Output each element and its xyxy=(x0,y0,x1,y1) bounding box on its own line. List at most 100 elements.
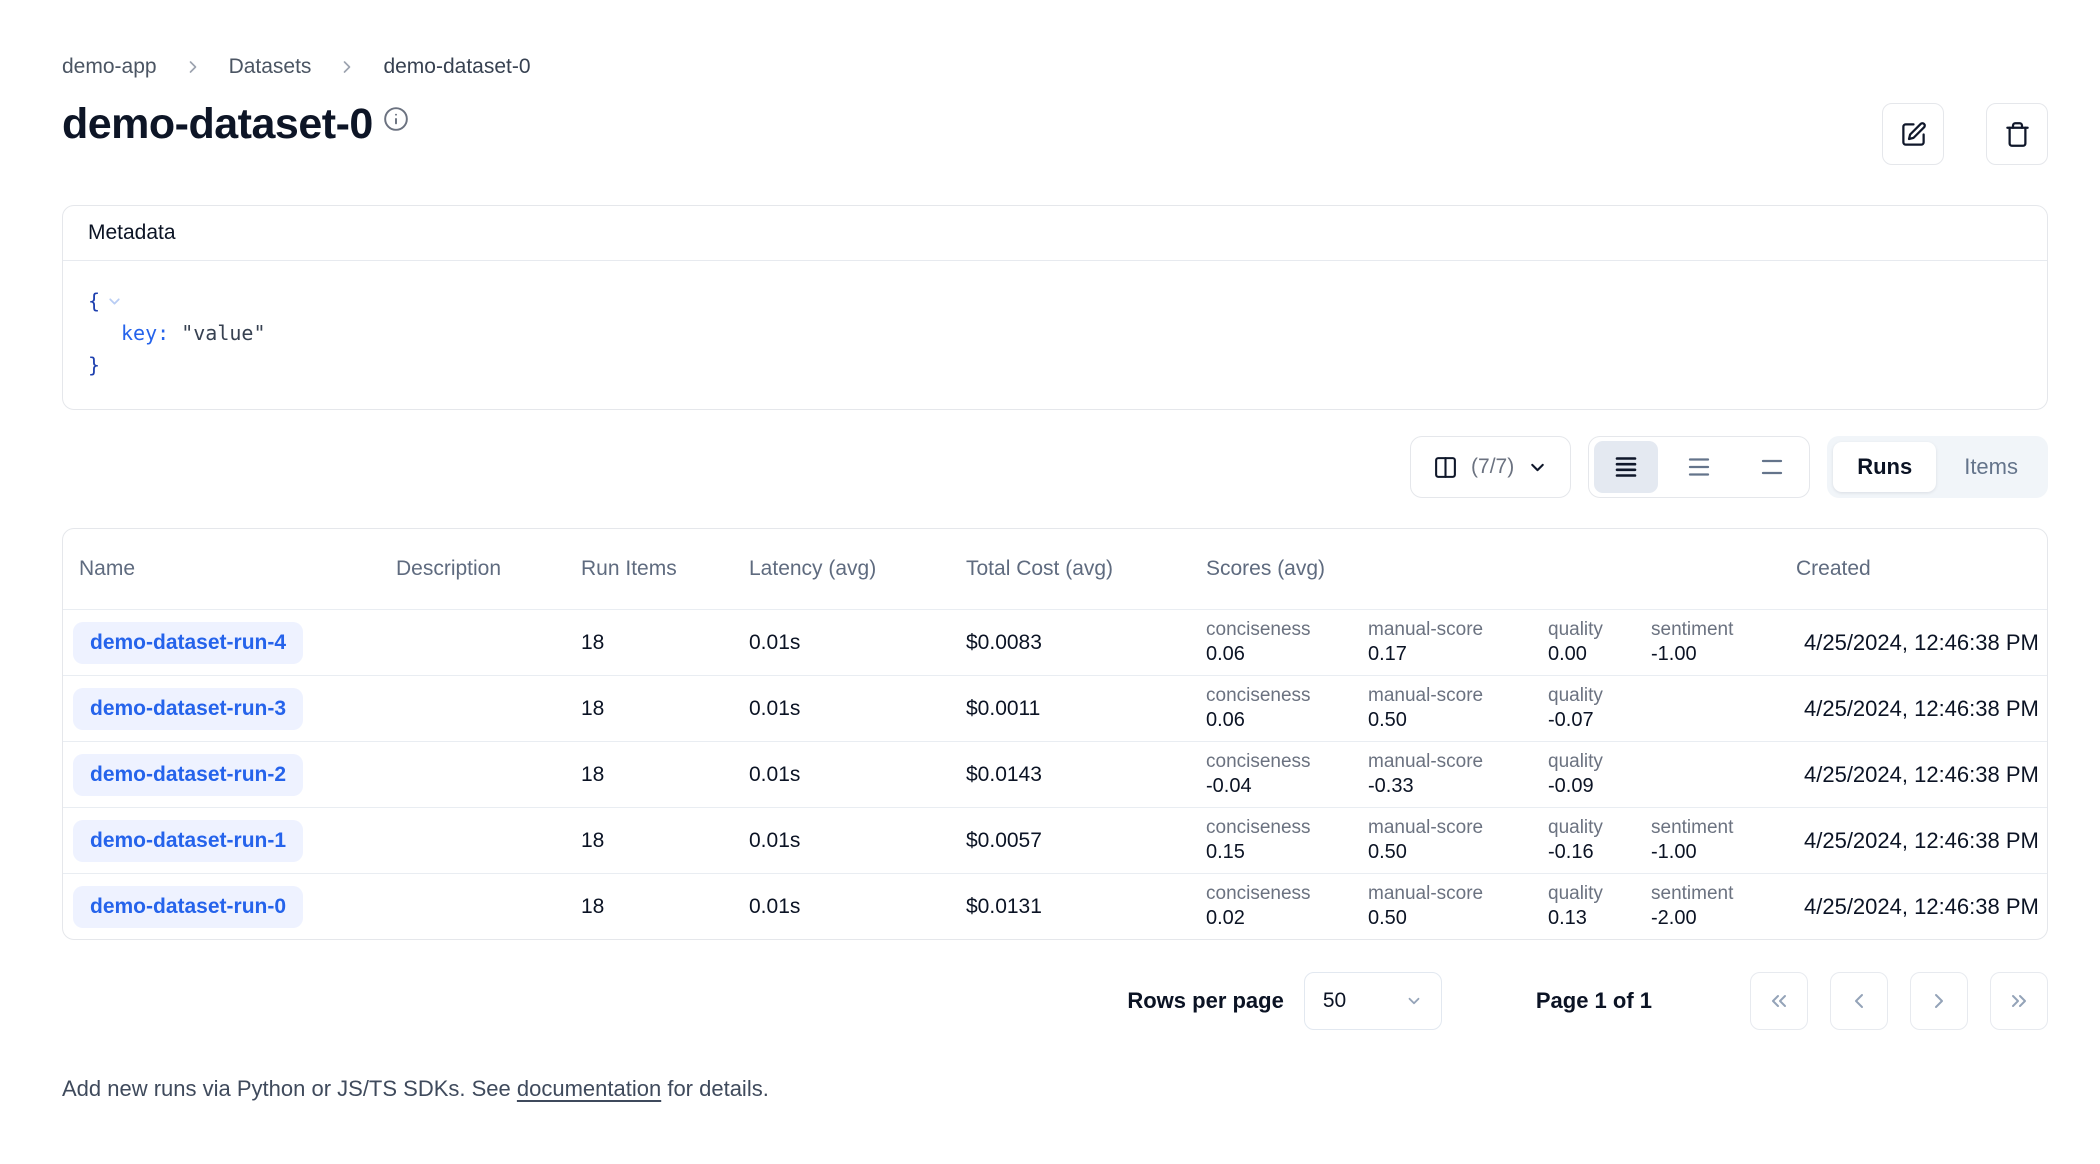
chevron-right-icon xyxy=(337,57,357,77)
column-header-run-items: Run Items xyxy=(565,557,733,581)
page-indicator: Page 1 of 1 xyxy=(1536,988,1652,1014)
run-link[interactable]: demo-dataset-run-1 xyxy=(73,820,303,862)
info-icon[interactable] xyxy=(383,93,409,119)
previous-page-button[interactable] xyxy=(1830,972,1888,1030)
table-row: demo-dataset-run-1 18 0.01s $0.0057 conc… xyxy=(63,807,2047,873)
created-cell: 4/25/2024, 12:46:38 PM xyxy=(1780,630,2047,656)
pagination-bar: Rows per page 50 Page 1 of 1 xyxy=(62,972,2048,1030)
breadcrumb-item-current[interactable]: demo-dataset-0 xyxy=(383,55,530,79)
json-collapse-chevron-icon[interactable] xyxy=(106,293,123,310)
table-header-row: Name Description Run Items Latency (avg)… xyxy=(63,529,2047,609)
metadata-card-title: Metadata xyxy=(63,206,2047,261)
rows-per-page-label: Rows per page xyxy=(1127,988,1283,1014)
created-cell: 4/25/2024, 12:46:38 PM xyxy=(1780,894,2047,920)
chevrons-right-icon xyxy=(2007,989,2031,1013)
edit-dataset-button[interactable] xyxy=(1882,103,1944,165)
sdk-hint: Add new runs via Python or JS/TS SDKs. S… xyxy=(62,1076,2048,1102)
first-page-button[interactable] xyxy=(1750,972,1808,1030)
latency-cell: 0.01s xyxy=(733,895,950,919)
rows-medium-icon xyxy=(1686,454,1712,480)
rows-per-page-value: 50 xyxy=(1323,989,1346,1013)
edit-pencil-icon xyxy=(1900,121,1927,148)
rows-dense-icon xyxy=(1613,454,1639,480)
column-header-latency: Latency (avg) xyxy=(733,557,950,581)
latency-cell: 0.01s xyxy=(733,631,950,655)
column-header-name: Name xyxy=(63,557,380,581)
chevron-right-icon xyxy=(183,57,203,77)
chevron-down-icon xyxy=(1405,992,1423,1010)
rows-loose-icon xyxy=(1759,454,1785,480)
latency-cell: 0.01s xyxy=(733,829,950,853)
created-cell: 4/25/2024, 12:46:38 PM xyxy=(1780,828,2047,854)
run-link[interactable]: demo-dataset-run-3 xyxy=(73,688,303,730)
metadata-card: Metadata { key: "value" } xyxy=(62,205,2048,410)
latency-cell: 0.01s xyxy=(733,697,950,721)
columns-icon xyxy=(1433,455,1458,480)
run-items-cell: 18 xyxy=(565,763,733,787)
column-header-created: Created xyxy=(1780,557,2047,581)
breadcrumb: demo-app Datasets demo-dataset-0 xyxy=(62,55,2048,79)
scores-cell: conciseness0.02 manual-score0.50 quality… xyxy=(1190,882,1780,931)
row-height-large-button[interactable] xyxy=(1740,441,1804,493)
breadcrumb-item-project[interactable]: demo-app xyxy=(62,55,157,79)
json-open-brace: { xyxy=(88,289,100,313)
json-value: "value" xyxy=(181,321,265,345)
run-link[interactable]: demo-dataset-run-0 xyxy=(73,886,303,928)
total-cost-cell: $0.0143 xyxy=(950,763,1190,787)
breadcrumb-item-datasets[interactable]: Datasets xyxy=(229,55,312,79)
tab-runs[interactable]: Runs xyxy=(1833,442,1936,492)
table-row: demo-dataset-run-4 18 0.01s $0.0083 conc… xyxy=(63,609,2047,675)
runs-table: Name Description Run Items Latency (avg)… xyxy=(62,528,2048,940)
page-actions xyxy=(1882,103,2048,165)
json-line-close: } xyxy=(88,349,2022,381)
page-title-text: demo-dataset-0 xyxy=(62,100,373,148)
run-link[interactable]: demo-dataset-run-4 xyxy=(73,622,303,664)
column-visibility-button[interactable]: (7/7) xyxy=(1410,436,1571,498)
chevrons-left-icon xyxy=(1767,989,1791,1013)
row-height-medium-button[interactable] xyxy=(1667,441,1731,493)
page-title: demo-dataset-0 xyxy=(62,99,409,151)
json-line-open: { xyxy=(88,285,2022,317)
table-row: demo-dataset-run-3 18 0.01s $0.0011 conc… xyxy=(63,675,2047,741)
table-row: demo-dataset-run-0 18 0.01s $0.0131 conc… xyxy=(63,873,2047,939)
scores-cell: conciseness-0.04 manual-score-0.33 quali… xyxy=(1190,750,1780,799)
column-header-description: Description xyxy=(380,557,565,581)
row-height-toggle-group xyxy=(1588,436,1810,498)
scores-cell: conciseness0.06 manual-score0.50 quality… xyxy=(1190,684,1780,733)
table-toolbar: (7/7) Runs Items xyxy=(62,436,2048,498)
json-key: key: xyxy=(121,321,169,345)
chevron-right-icon xyxy=(1927,989,1951,1013)
documentation-link[interactable]: documentation xyxy=(517,1076,661,1101)
metadata-json-viewer: { key: "value" } xyxy=(63,261,2047,409)
run-link[interactable]: demo-dataset-run-2 xyxy=(73,754,303,796)
total-cost-cell: $0.0083 xyxy=(950,631,1190,655)
chevron-left-icon xyxy=(1847,989,1871,1013)
created-cell: 4/25/2024, 12:46:38 PM xyxy=(1780,762,2047,788)
column-visibility-count: (7/7) xyxy=(1471,455,1514,479)
table-row: demo-dataset-run-2 18 0.01s $0.0143 conc… xyxy=(63,741,2047,807)
next-page-button[interactable] xyxy=(1910,972,1968,1030)
run-items-cell: 18 xyxy=(565,697,733,721)
run-items-cell: 18 xyxy=(565,631,733,655)
scores-cell: conciseness0.06 manual-score0.17 quality… xyxy=(1190,618,1780,667)
delete-dataset-button[interactable] xyxy=(1986,103,2048,165)
latency-cell: 0.01s xyxy=(733,763,950,787)
last-page-button[interactable] xyxy=(1990,972,2048,1030)
run-items-cell: 18 xyxy=(565,895,733,919)
column-header-total-cost: Total Cost (avg) xyxy=(950,557,1190,581)
scores-cell: conciseness0.15 manual-score0.50 quality… xyxy=(1190,816,1780,865)
rows-per-page-select[interactable]: 50 xyxy=(1304,972,1442,1030)
json-close-brace: } xyxy=(88,353,100,377)
created-cell: 4/25/2024, 12:46:38 PM xyxy=(1780,696,2047,722)
json-line-entry: key: "value" xyxy=(88,317,2022,349)
total-cost-cell: $0.0057 xyxy=(950,829,1190,853)
tab-items[interactable]: Items xyxy=(1940,442,2042,492)
sdk-hint-text: Add new runs via Python or JS/TS SDKs. S… xyxy=(62,1076,517,1101)
column-header-scores: Scores (avg) xyxy=(1190,557,1780,581)
sdk-hint-text: for details. xyxy=(661,1076,769,1101)
row-height-small-button[interactable] xyxy=(1594,441,1658,493)
runs-items-tab-group: Runs Items xyxy=(1827,436,2048,498)
chevron-down-icon xyxy=(1527,457,1548,478)
pager-buttons xyxy=(1750,972,2048,1030)
title-row: demo-dataset-0 xyxy=(62,99,2048,165)
